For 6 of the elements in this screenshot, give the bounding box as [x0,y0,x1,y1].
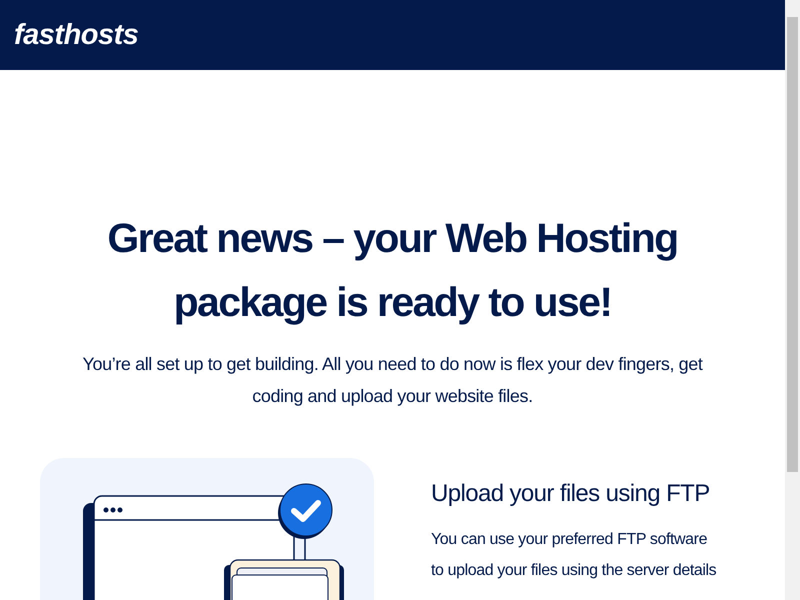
scrollbar[interactable] [785,0,800,600]
section-text: You can use your preferred FTP software to upload your files using the server details [431,530,718,581]
page-heading: Great news – your Web Hosting package is ready to use! [106,214,679,327]
section-heading: Upload your files using FTP [431,480,711,508]
intro-text: You’re all set up to get building. All you need to do now is flex your dev fingers, get coding and upload your website files. [82,353,704,408]
logo[interactable]: fasthosts [14,18,138,52]
